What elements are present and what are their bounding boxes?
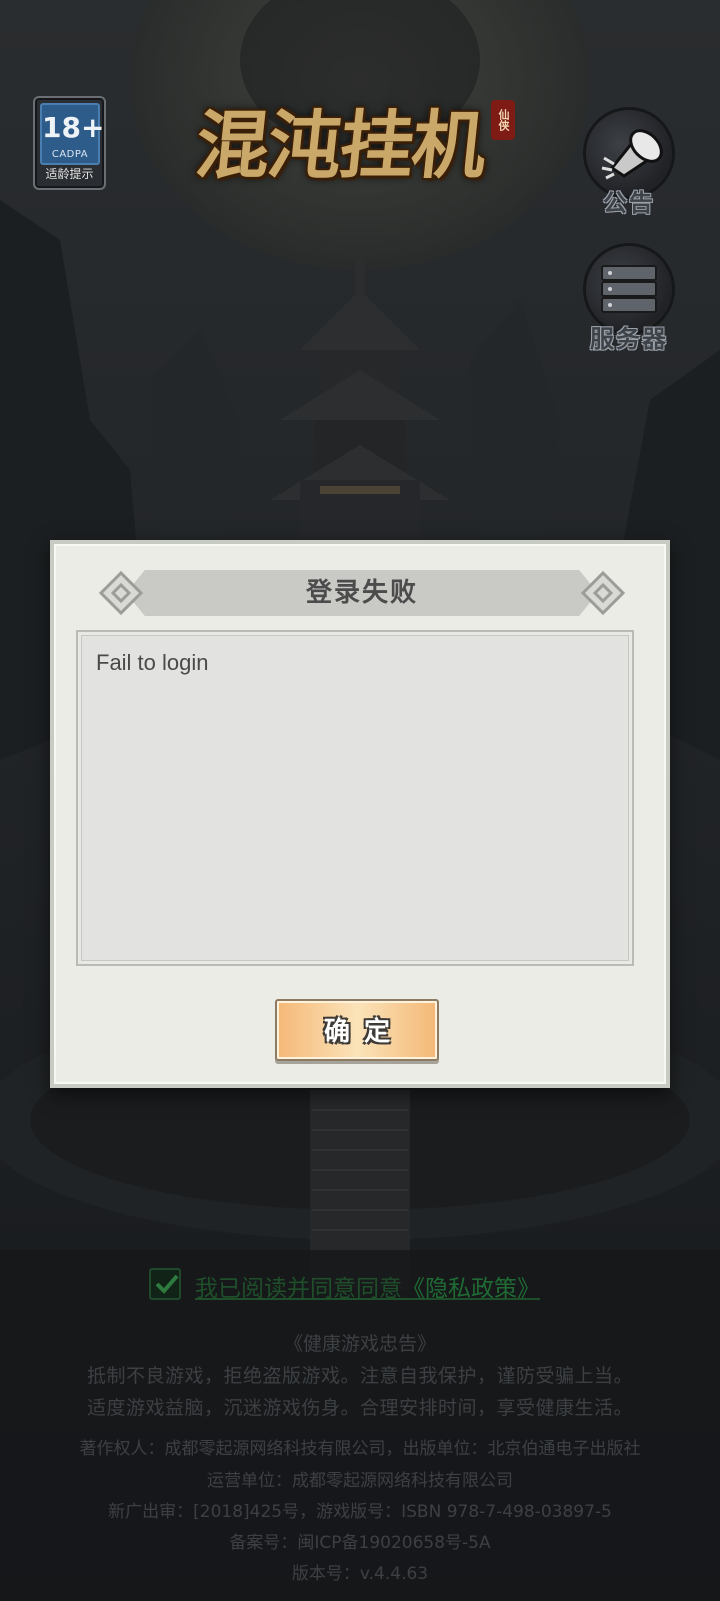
agreement-text[interactable]: 我已阅读并同意同意《隐私政策》 — [195, 1269, 540, 1303]
approval-line: 新广出审：[2018]425号，游戏版号：ISBN 978-7-498-0389… — [108, 1502, 612, 1522]
login-failed-dialog: 登录失败 Fail to login 确定 — [50, 540, 670, 1088]
health-advice-title: 《健康游戏忠告》 — [283, 1333, 436, 1355]
server-button[interactable]: 服务器 — [574, 244, 684, 354]
game-logo: 混沌挂机 — [191, 103, 489, 189]
age-rating-tip: 适龄提示 — [45, 167, 94, 181]
logo-seal: 仙侠 — [491, 100, 515, 140]
dialog-message-box: Fail to login — [76, 630, 634, 966]
version-line: 版本号：v.4.4.63 — [291, 1564, 429, 1584]
checkmark-icon — [155, 1274, 179, 1294]
dialog-title: 登录失败 — [305, 578, 418, 608]
age-rating-number: 18+ — [42, 111, 105, 144]
health-advice-line-2: 适度游戏益脑，沉迷游戏伤身。合理安排时间，享受健康生活。 — [86, 1397, 633, 1419]
confirm-button[interactable]: 确定 — [275, 999, 439, 1061]
age-rating-org: CADPA — [51, 149, 89, 160]
operator-line: 运营单位：成都零起源网络科技有限公司 — [207, 1471, 513, 1491]
privacy-policy-link[interactable]: 《隐私政策》 — [402, 1276, 540, 1302]
copyright-line: 著作权人：成都零起源网络科技有限公司，出版单位：北京伯通电子出版社 — [79, 1439, 641, 1459]
age-rating-badge[interactable]: 18+ CADPA 适龄提示 — [33, 96, 106, 190]
notice-label: 公告 — [603, 189, 655, 217]
agreement-label: 我已阅读并同意同意 — [195, 1276, 402, 1302]
agreement-checkbox[interactable] — [149, 1268, 181, 1300]
server-label: 服务器 — [590, 325, 668, 353]
health-advice-line-1: 抵制不良游戏，拒绝盗版游戏。注意自我保护，谨防受骗上当。 — [86, 1365, 633, 1387]
confirm-button-label: 确定 — [323, 1017, 404, 1047]
dialog-message: Fail to login — [96, 650, 209, 675]
notice-button[interactable]: 公告 — [574, 108, 684, 218]
icp-line: 备案号：闽ICP备19020658号-5A — [229, 1533, 491, 1553]
age-rating-panel: 18+ CADPA — [40, 103, 105, 165]
